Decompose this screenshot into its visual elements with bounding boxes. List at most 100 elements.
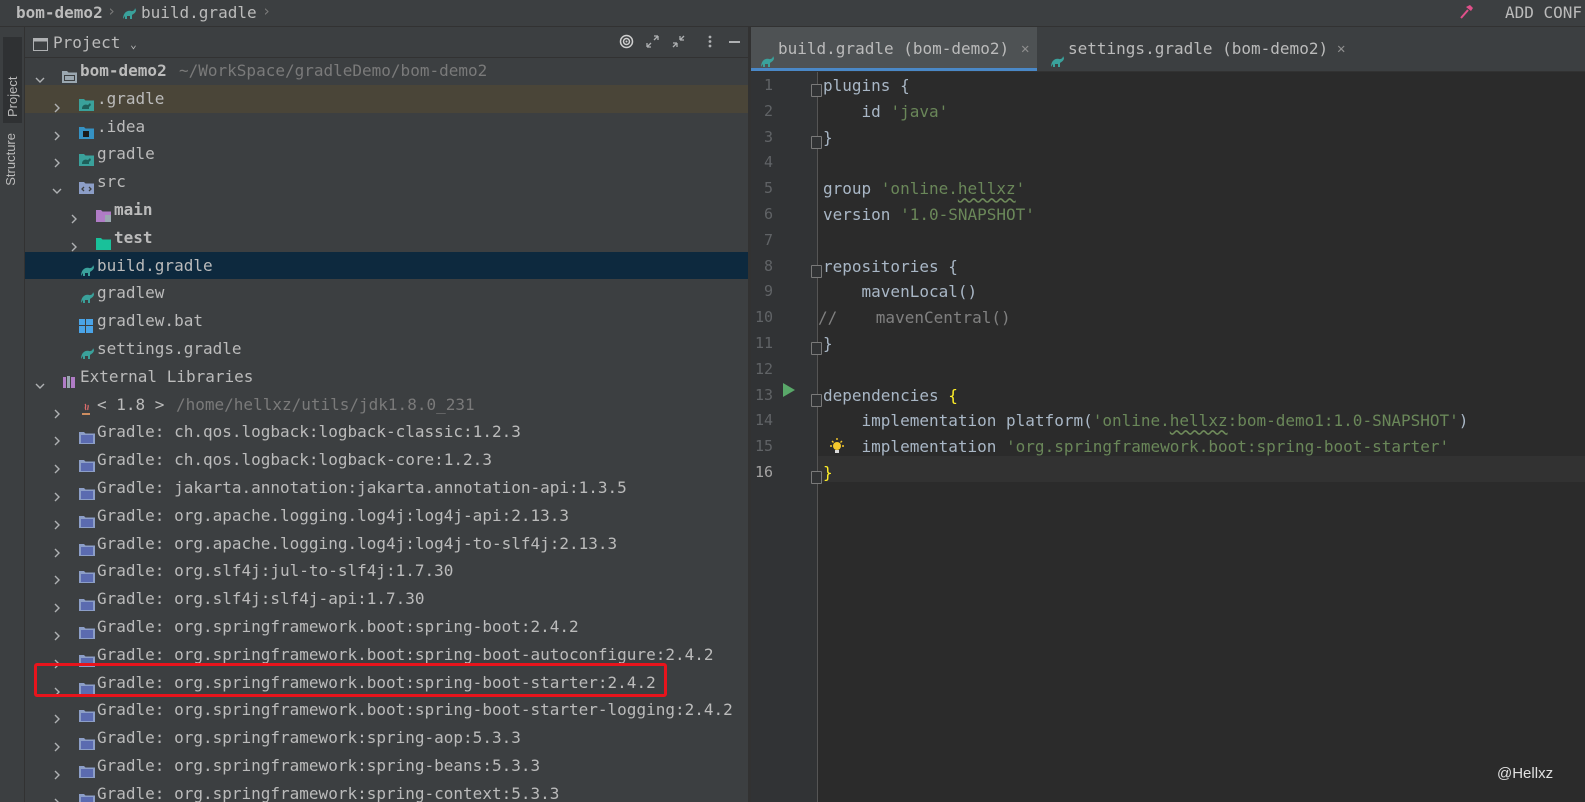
code-line: dependencies { xyxy=(823,386,958,405)
tree-item[interactable]: Gradle: org.apache.logging.log4j:log4j-a… xyxy=(25,502,748,530)
code-editor[interactable]: 1 2 3 4 5 6 7 8 9 10 11 12 13 14 15 16 plugins { id 'ja… xyxy=(751,72,1585,802)
code-line: plugins { xyxy=(823,76,910,95)
lightbulb-icon[interactable] xyxy=(829,438,845,460)
code-line: group 'online.hellxz' xyxy=(823,179,1025,198)
fold-marker-icon[interactable] xyxy=(811,393,822,407)
tree-item[interactable]: build.gradle xyxy=(25,251,748,280)
chevron-right-icon[interactable] xyxy=(52,511,62,530)
chevron-down-icon[interactable] xyxy=(35,66,45,83)
library-folder-icon xyxy=(79,592,95,612)
chevron-right-icon[interactable] xyxy=(52,400,62,419)
project-view-selector[interactable]: Project ⌄ xyxy=(53,33,137,52)
line-number: 8 xyxy=(763,256,773,275)
library-folder-icon xyxy=(79,453,95,473)
hammer-icon[interactable] xyxy=(1458,4,1474,24)
tree-item[interactable]: gradle xyxy=(25,140,748,168)
structure-tool-tab[interactable]: Structure xyxy=(3,133,18,186)
fold-marker-icon[interactable] xyxy=(811,84,822,97)
chevron-right-icon[interactable] xyxy=(69,205,79,224)
tree-item-label: test xyxy=(114,227,153,247)
tab-build-gradle[interactable]: build.gradle (bom-demo2) ✕ xyxy=(751,27,1037,71)
chevron-down-icon[interactable] xyxy=(52,177,62,195)
gradle-file-icon xyxy=(79,286,94,304)
chevron-down-icon[interactable] xyxy=(35,372,45,389)
tree-item[interactable]: Gradle: ch.qos.logback:logback-classic:1… xyxy=(25,418,748,446)
tree-item-label: Gradle: org.springframework:spring-conte… xyxy=(97,783,560,802)
code-token: :bom-demo1:1.0-SNAPSHOT' xyxy=(1227,411,1459,431)
gradle-folder-icon xyxy=(79,147,94,167)
tree-item[interactable]: bom-demo2 ~/WorkSpace/gradleDemo/bom-dem… xyxy=(25,57,748,85)
project-tool-tab[interactable]: Project xyxy=(3,37,22,123)
tree-item[interactable]: Gradle: org.slf4j:slf4j-api:1.7.30 xyxy=(25,585,748,613)
fold-marker-icon[interactable] xyxy=(811,135,822,149)
windows-file-icon xyxy=(79,314,94,334)
tree-item[interactable]: < 1.8 > /home/hellxz/utils/jdk1.8.0_231 xyxy=(25,391,748,419)
more-options-icon[interactable] xyxy=(707,34,713,53)
close-icon[interactable]: ✕ xyxy=(1337,27,1345,71)
code-token: '1.0-SNAPSHOT' xyxy=(900,205,1035,224)
fold-marker-icon[interactable] xyxy=(811,471,822,484)
chevron-right-icon[interactable] xyxy=(52,594,62,613)
tree-item[interactable]: Gradle: jakarta.annotation:jakarta.annot… xyxy=(25,474,748,502)
tree-item[interactable]: Gradle: org.springframework.boot:spring-… xyxy=(25,613,748,641)
tree-item[interactable]: Gradle: org.springframework.boot:spring-… xyxy=(25,696,748,724)
tree-item[interactable]: Gradle: org.slf4j:jul-to-slf4j:1.7.30 xyxy=(25,557,748,585)
chevron-right-icon[interactable] xyxy=(52,650,62,669)
library-folder-icon xyxy=(79,787,95,802)
tree-item[interactable]: .gradle xyxy=(25,84,748,113)
tree-item[interactable]: gradlew xyxy=(25,279,748,307)
code-token: id xyxy=(823,101,891,121)
gradle-file-icon xyxy=(121,6,137,25)
chevron-right-icon[interactable] xyxy=(52,149,62,168)
tree-item[interactable]: External Libraries xyxy=(25,363,748,391)
chevron-right-icon[interactable] xyxy=(52,539,62,558)
tree-item-label: gradle xyxy=(97,144,155,164)
tree-item[interactable]: Gradle: org.apache.logging.log4j:log4j-t… xyxy=(25,530,748,558)
chevron-right-icon[interactable] xyxy=(52,94,62,113)
close-icon[interactable]: ✕ xyxy=(1021,27,1029,71)
chevron-right-icon[interactable] xyxy=(52,455,62,474)
tree-item[interactable]: Gradle: org.springframework:spring-aop:5… xyxy=(25,724,748,752)
locate-icon[interactable] xyxy=(619,34,634,53)
tree-item-path: /home/hellxz/utils/jdk1.8.0_231 xyxy=(176,394,475,414)
test-folder-icon xyxy=(96,231,111,250)
line-number: 13 xyxy=(754,385,773,404)
collapse-all-icon[interactable] xyxy=(671,34,686,53)
chevron-right-icon[interactable] xyxy=(52,427,62,446)
tree-item-label: build.gradle xyxy=(97,255,213,275)
breadcrumb-project[interactable]: bom-demo2 xyxy=(16,3,103,22)
tree-item[interactable]: src xyxy=(25,168,748,196)
add-configuration-button[interactable]: ADD CONF xyxy=(1505,3,1582,22)
library-folder-icon xyxy=(79,731,95,751)
run-icon[interactable] xyxy=(782,382,796,402)
chevron-right-icon[interactable] xyxy=(52,566,62,585)
chevron-right-icon[interactable] xyxy=(52,789,62,802)
chevron-right-icon[interactable] xyxy=(52,761,62,780)
tab-settings-gradle[interactable]: settings.gradle (bom-demo2) ✕ xyxy=(1041,27,1351,71)
breadcrumb-file[interactable]: build.gradle xyxy=(141,3,257,22)
tree-item-label: src xyxy=(97,172,126,192)
chevron-right-icon[interactable] xyxy=(52,122,62,141)
tree-item[interactable]: main xyxy=(25,196,748,224)
minimize-icon[interactable] xyxy=(729,34,741,53)
chevron-right-icon[interactable] xyxy=(52,733,62,752)
fold-marker-icon[interactable] xyxy=(811,342,822,355)
tree-item[interactable]: test xyxy=(25,224,748,252)
fold-marker-icon[interactable] xyxy=(811,264,822,278)
chevron-right-icon[interactable] xyxy=(52,622,62,641)
tree-item[interactable]: .idea xyxy=(25,113,748,141)
tree-item[interactable]: settings.gradle xyxy=(25,335,748,363)
chevron-right-icon[interactable] xyxy=(69,233,79,252)
chevron-right-icon[interactable] xyxy=(52,705,62,724)
tree-item[interactable]: Gradle: ch.qos.logback:logback-core:1.2.… xyxy=(25,446,748,474)
tree-item[interactable]: Gradle: org.springframework:spring-beans… xyxy=(25,752,748,780)
tree-item-label: Gradle: org.springframework:spring-beans… xyxy=(97,755,541,775)
tree-item[interactable]: Gradle: org.springframework:spring-conte… xyxy=(25,780,748,802)
tree-item-path: ~/WorkSpace/gradleDemo/bom-demo2 xyxy=(179,61,488,80)
chevron-right-icon[interactable] xyxy=(52,483,62,502)
code-line: } xyxy=(823,128,833,147)
tree-item[interactable]: gradlew.bat xyxy=(25,307,748,335)
tree-item-label: Gradle: org.springframework.boot:spring-… xyxy=(97,700,733,720)
gradle-file-icon xyxy=(79,259,94,276)
expand-all-icon[interactable] xyxy=(645,34,660,53)
